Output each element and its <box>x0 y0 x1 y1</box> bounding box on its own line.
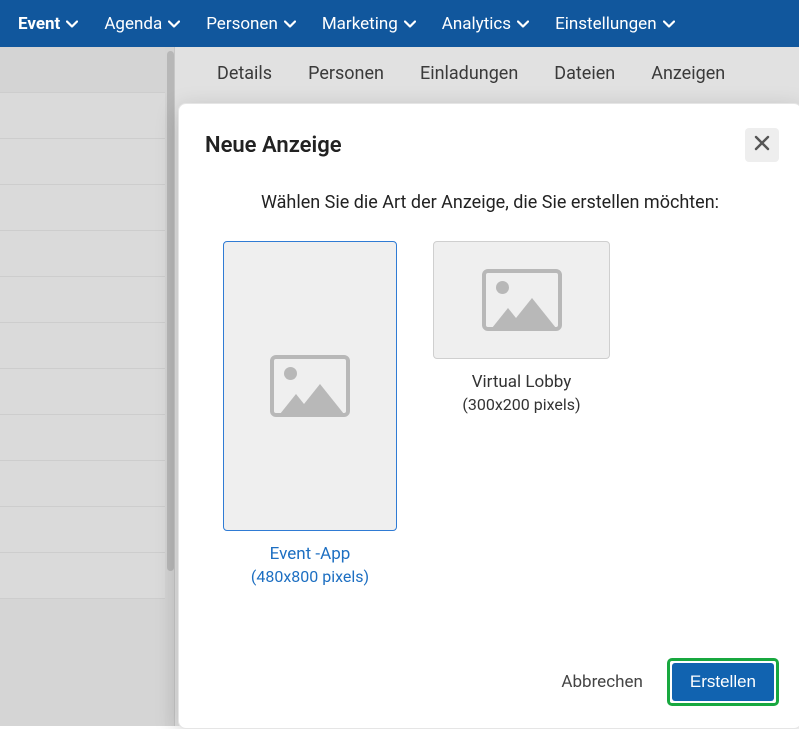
chevron-down-icon <box>66 18 78 30</box>
tab-einladungen[interactable]: Einladungen <box>420 63 518 84</box>
list-item[interactable] <box>0 277 174 323</box>
chevron-down-icon <box>404 18 416 30</box>
nav-analytics[interactable]: Analytics <box>432 6 539 42</box>
option-event-app[interactable]: Event -App (480x800 pixels) <box>223 241 397 588</box>
list-item[interactable] <box>0 323 174 369</box>
tab-anzeigen[interactable]: Anzeigen <box>651 63 725 84</box>
close-button[interactable] <box>745 128 779 162</box>
left-sidebar <box>0 47 175 726</box>
list-item[interactable] <box>0 231 174 277</box>
create-button[interactable]: Erstellen <box>672 663 774 701</box>
chevron-down-icon <box>663 18 675 30</box>
create-button-highlight: Erstellen <box>667 658 779 706</box>
nav-event[interactable]: Event <box>8 6 88 42</box>
list-item[interactable] <box>0 139 174 185</box>
modal-footer: Abbrechen Erstellen <box>179 642 799 728</box>
nav-event-label: Event <box>18 14 60 34</box>
list-item[interactable] <box>0 369 174 415</box>
option-event-app-size: (480x800 pixels) <box>251 566 369 588</box>
modal-instruction: Wählen Sie die Art der Anzeige, die Sie … <box>207 192 773 213</box>
modal-title: Neue Anzeige <box>205 133 342 158</box>
nav-personen[interactable]: Personen <box>196 6 306 42</box>
nav-marketing[interactable]: Marketing <box>312 6 426 42</box>
option-virtual-lobby-size: (300x200 pixels) <box>462 394 580 416</box>
list-item[interactable] <box>0 93 174 139</box>
chevron-down-icon <box>517 18 529 30</box>
option-virtual-lobby-card <box>433 241 610 359</box>
scrollbar-thumb[interactable] <box>167 51 174 571</box>
nav-einstellungen[interactable]: Einstellungen <box>545 6 685 42</box>
tab-personen[interactable]: Personen <box>308 63 384 84</box>
list-item[interactable] <box>0 415 174 461</box>
option-virtual-lobby-label: Virtual Lobby (300x200 pixels) <box>462 371 580 416</box>
chevron-down-icon <box>168 18 180 30</box>
ad-type-options: Event -App (480x800 pixels) Virtual Lobb… <box>223 241 773 588</box>
option-event-app-title: Event -App <box>270 544 351 564</box>
image-placeholder-icon <box>270 355 350 417</box>
modal-header: Neue Anzeige <box>179 104 799 174</box>
list-item[interactable] <box>0 461 174 507</box>
tab-details[interactable]: Details <box>217 63 272 84</box>
option-virtual-lobby-title: Virtual Lobby <box>472 372 572 392</box>
nav-agenda-label: Agenda <box>104 14 162 34</box>
list-item[interactable] <box>0 507 174 553</box>
nav-analytics-label: Analytics <box>442 14 511 34</box>
nav-personen-label: Personen <box>206 14 278 34</box>
new-ad-modal: Neue Anzeige Wählen Sie die Art der Anze… <box>178 103 799 729</box>
cancel-button[interactable]: Abbrechen <box>555 664 648 700</box>
tab-strip: Details Personen Einladungen Dateien Anz… <box>175 47 799 100</box>
image-placeholder-icon <box>482 269 562 331</box>
option-event-app-card <box>223 241 397 531</box>
top-nav: Event Agenda Personen Marketing Analytic… <box>0 0 799 47</box>
list-item[interactable] <box>0 185 174 231</box>
option-virtual-lobby[interactable]: Virtual Lobby (300x200 pixels) <box>433 241 610 588</box>
list-item[interactable] <box>0 553 174 599</box>
nav-marketing-label: Marketing <box>322 14 398 34</box>
list-item[interactable] <box>0 47 174 93</box>
modal-body: Wählen Sie die Art der Anzeige, die Sie … <box>179 174 799 642</box>
chevron-down-icon <box>284 18 296 30</box>
scrollbar-track <box>165 47 174 726</box>
nav-einstellungen-label: Einstellungen <box>555 14 657 34</box>
tab-dateien[interactable]: Dateien <box>554 63 615 84</box>
nav-agenda[interactable]: Agenda <box>94 6 190 42</box>
option-event-app-label: Event -App (480x800 pixels) <box>251 543 369 588</box>
close-icon <box>753 134 771 156</box>
